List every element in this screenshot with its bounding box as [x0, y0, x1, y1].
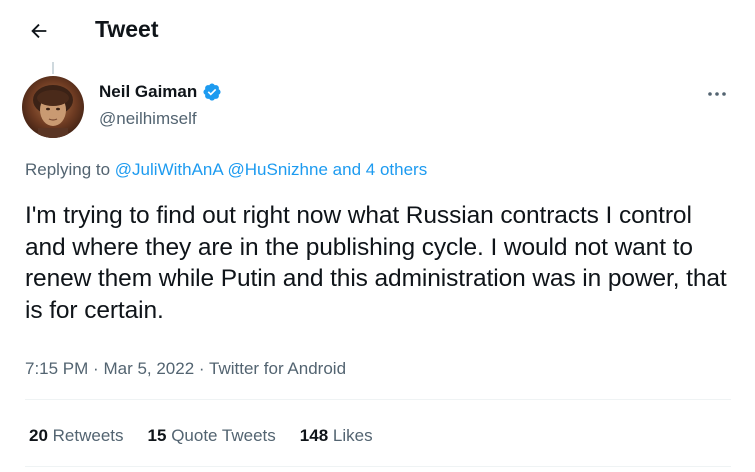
arrow-left-icon — [31, 23, 47, 39]
retweets-stat-link[interactable]: 20 Retweets — [29, 426, 124, 446]
tweet-stats: 20 Retweets 15 Quote Tweets 148 Likes — [29, 426, 373, 446]
quote-tweets-count: 15 — [147, 426, 167, 445]
tweet-text: I'm trying to find out right now what Ru… — [25, 202, 727, 324]
mention-link-husnizhne[interactable]: @HuSnizhne — [228, 160, 328, 179]
verified-badge-icon — [203, 83, 221, 101]
back-button[interactable] — [22, 14, 56, 48]
replying-to-line: Replying to @JuliWithAnA @HuSnizhne and … — [25, 160, 427, 180]
page-header: Tweet — [0, 0, 755, 58]
likes-count: 148 — [299, 426, 329, 445]
mention-link-others[interactable]: 4 others — [366, 160, 427, 179]
retweets-label: Retweets — [52, 426, 124, 445]
avatar-image — [22, 76, 84, 138]
divider — [25, 399, 731, 400]
quote-tweets-label: Quote Tweets — [171, 426, 276, 445]
quote-tweets-stat-link[interactable]: 15 Quote Tweets — [148, 426, 276, 446]
meta-separator: · — [93, 359, 99, 378]
likes-label: Likes — [332, 426, 373, 445]
tweet-time-link[interactable]: 7:15 PM — [25, 359, 88, 378]
divider — [25, 466, 731, 467]
thread-connector-line — [52, 62, 54, 74]
likes-stat-link[interactable]: 148 Likes — [300, 426, 373, 446]
author-name: Neil Gaiman — [99, 82, 198, 101]
avatar[interactable] — [22, 76, 84, 138]
retweets-count: 20 — [29, 426, 48, 445]
author-name-link[interactable]: Neil Gaiman — [99, 82, 222, 102]
meta-separator: · — [198, 359, 205, 378]
replying-to-joiner: and — [332, 160, 362, 179]
tweet-source-link[interactable]: Twitter for Android — [209, 359, 346, 378]
replying-to-label: Replying to — [25, 160, 111, 179]
tweet-meta: 7:15 PM · Mar 5, 2022 · Twitter for Andr… — [25, 359, 346, 379]
tweet-date-link[interactable]: Mar 5, 2022 — [103, 359, 194, 378]
mention-link-juliwithana[interactable]: @JuliWithAnA — [115, 160, 223, 179]
author-handle[interactable]: @neilhimself — [99, 109, 197, 129]
page-title: Tweet — [95, 16, 159, 42]
more-options-button[interactable] — [700, 84, 734, 104]
more-dots-icon — [708, 92, 726, 96]
